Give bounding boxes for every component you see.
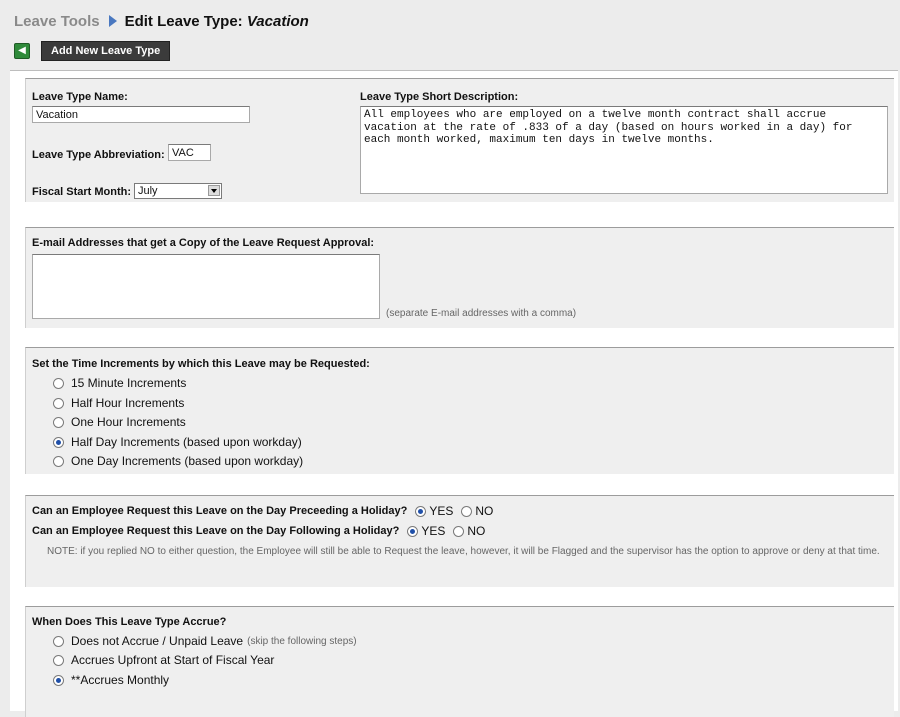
increment-radio-one-hour[interactable] <box>53 416 64 428</box>
section-time-increments: Set the Time Increments by which this Le… <box>25 347 894 474</box>
leave-type-abbreviation-input[interactable]: VAC <box>168 144 211 161</box>
increment-option-one-day[interactable]: One Day Increments (based upon workday) <box>53 454 303 468</box>
increment-option-half-hour[interactable]: Half Hour Increments <box>53 396 184 410</box>
leave-type-name-input[interactable]: Vacation <box>32 106 250 123</box>
increment-option-half-day[interactable]: Half Day Increments (based upon workday) <box>53 435 302 449</box>
accrual-radio-none[interactable] <box>53 635 64 647</box>
leave-type-abbreviation-label: Leave Type Abbreviation: <box>32 149 165 161</box>
breadcrumb: Leave Tools Edit Leave Type: Vacation <box>14 10 309 32</box>
accrual-label: When Does This Leave Type Accrue? <box>32 616 227 628</box>
accrual-option-none[interactable]: Does not Accrue / Unpaid Leave (skip the… <box>53 634 357 648</box>
section-accrual: When Does This Leave Type Accrue? Does n… <box>25 606 894 717</box>
page-title-name: Vacation <box>246 12 309 30</box>
back-arrow-icon[interactable]: ◀ <box>14 43 30 59</box>
holiday-note: NOTE: if you replied NO to either questi… <box>47 546 880 557</box>
holiday-preceding-no-radio[interactable] <box>461 505 473 517</box>
toolbar: ◀ Add New Leave Type <box>14 41 171 61</box>
section-holiday: Can an Employee Request this Leave on th… <box>25 495 894 587</box>
email-addresses-label: E-mail Addresses that get a Copy of the … <box>32 237 375 249</box>
leave-type-description-textarea[interactable]: All employees who are employed on a twel… <box>360 106 888 194</box>
increment-radio-half-day[interactable] <box>53 436 64 448</box>
leave-type-description-label: Leave Type Short Description: <box>360 91 519 103</box>
section-email: E-mail Addresses that get a Copy of the … <box>25 227 894 328</box>
email-addresses-hint: (separate E-mail addresses with a comma) <box>386 308 577 319</box>
holiday-preceding-question: Can an Employee Request this Leave on th… <box>32 504 494 518</box>
page-title: Edit Leave Type: Vacation <box>124 12 309 30</box>
holiday-following-no-radio[interactable] <box>453 525 465 537</box>
increment-option-15-minute[interactable]: 15 Minute Increments <box>53 376 186 390</box>
accrual-radio-upfront[interactable] <box>53 654 64 666</box>
increment-option-one-hour[interactable]: One Hour Increments <box>53 415 186 429</box>
time-increments-label: Set the Time Increments by which this Le… <box>32 358 370 370</box>
accrual-option-monthly[interactable]: **Accrues Monthly <box>53 673 169 687</box>
holiday-following-yes-radio[interactable] <box>407 525 419 537</box>
increment-radio-half-hour[interactable] <box>53 397 64 409</box>
accrual-option-upfront[interactable]: Accrues Upfront at Start of Fiscal Year <box>53 653 274 667</box>
section-basic-info: Leave Type Name: Vacation Leave Type Abb… <box>25 78 894 202</box>
holiday-following-question: Can an Employee Request this Leave on th… <box>32 524 486 538</box>
chevron-down-icon <box>208 185 220 196</box>
fiscal-start-month-label: Fiscal Start Month: <box>32 186 132 198</box>
add-new-leave-type-button[interactable]: Add New Leave Type <box>41 41 171 61</box>
increment-radio-one-day[interactable] <box>53 455 64 467</box>
form-panel: Leave Type Name: Vacation Leave Type Abb… <box>10 70 898 717</box>
breadcrumb-arrow-icon <box>108 15 117 27</box>
email-addresses-textarea[interactable] <box>32 254 380 319</box>
holiday-preceding-yes-radio[interactable] <box>415 505 427 517</box>
leave-type-name-label: Leave Type Name: <box>32 91 128 103</box>
fiscal-start-month-select[interactable]: July <box>134 183 222 199</box>
fiscal-start-month-value: July <box>138 185 158 197</box>
increment-radio-15-minute[interactable] <box>53 377 64 389</box>
accrual-radio-monthly[interactable] <box>53 674 64 686</box>
breadcrumb-leave-tools[interactable]: Leave Tools <box>14 13 100 30</box>
